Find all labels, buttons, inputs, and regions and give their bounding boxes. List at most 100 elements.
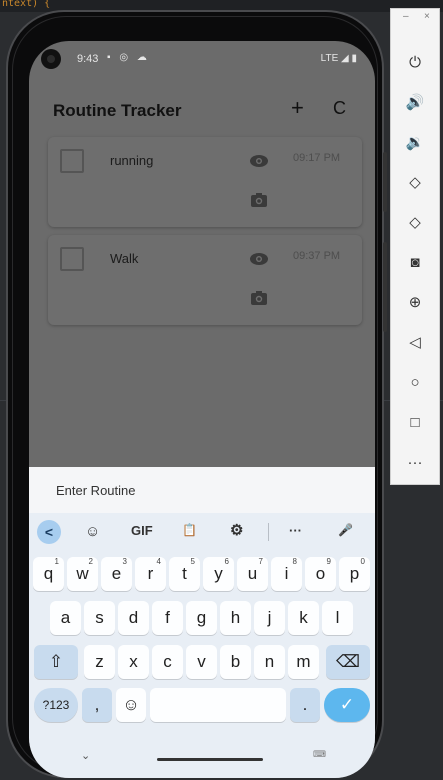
rotate-right-icon[interactable]: ◇ (403, 211, 427, 235)
key-number-hint: 8 (292, 557, 297, 566)
key-k[interactable]: k (288, 601, 319, 635)
status-network: LTE ◢ ▮ (320, 53, 357, 64)
key-number-hint: 6 (224, 557, 229, 566)
key-label: w (76, 564, 89, 583)
ide-code-fragment: ntext) { (2, 0, 51, 9)
key-number-hint: 7 (258, 557, 263, 566)
key-w[interactable]: w2 (67, 557, 98, 591)
home-icon[interactable]: ○ (403, 371, 427, 395)
period-key[interactable]: . (290, 688, 320, 722)
hide-keyboard-icon[interactable]: ⌄ (81, 749, 90, 762)
more-icon[interactable]: ··· (403, 451, 427, 475)
routine-name: Walk (110, 251, 139, 266)
toolbar-divider (268, 523, 269, 541)
key-l[interactable]: l (322, 601, 353, 635)
add-routine-button[interactable]: + (291, 97, 304, 119)
key-label: r (147, 564, 154, 583)
refresh-button[interactable]: C (333, 97, 346, 119)
key-e[interactable]: e3 (101, 557, 132, 591)
key-a[interactable]: a (50, 601, 81, 635)
close-icon[interactable]: × (424, 11, 430, 22)
comma-key[interactable]: , (82, 688, 112, 722)
screenshot-icon[interactable]: ◙ (403, 251, 427, 275)
status-bar: 9:43 ▪ ◎ ☁ LTE ◢ ▮ (29, 41, 375, 77)
shift-key[interactable]: ⇧ (34, 645, 78, 679)
key-number-hint: 2 (88, 557, 93, 566)
overview-icon[interactable]: □ (403, 411, 427, 435)
status-time: 9:43 (77, 53, 99, 65)
rotate-left-icon[interactable]: ◇ (403, 171, 427, 195)
back-icon[interactable]: ◁ (403, 331, 427, 355)
home-gesture-handle[interactable] (157, 758, 263, 761)
gif-button[interactable]: GIF (131, 523, 153, 538)
key-z[interactable]: z (84, 645, 115, 679)
keyboard-back-icon[interactable]: < (37, 520, 61, 544)
key-x[interactable]: x (118, 645, 149, 679)
key-p[interactable]: p0 (339, 557, 370, 591)
gear-icon[interactable]: ⚙ (230, 521, 243, 539)
key-h[interactable]: h (220, 601, 251, 635)
more-icon[interactable]: ··· (289, 523, 302, 538)
key-n[interactable]: n (254, 645, 285, 679)
key-g[interactable]: g (186, 601, 217, 635)
phone-power-button (383, 152, 387, 212)
key-r[interactable]: r4 (135, 557, 166, 591)
key-y[interactable]: y6 (203, 557, 234, 591)
key-j[interactable]: j (254, 601, 285, 635)
zoom-icon[interactable]: ⊕ (403, 291, 427, 315)
key-m[interactable]: m (288, 645, 319, 679)
routine-card: running 09:17 PM (48, 137, 362, 227)
emoji-key[interactable]: ☺ (116, 688, 146, 722)
phone-volume-button (383, 242, 387, 332)
soft-keyboard: < ☺ GIF 📋 ⚙ ··· 🎤 q1w2e3r4t5y6u7i8o9p0 a… (29, 513, 375, 778)
key-v[interactable]: v (186, 645, 217, 679)
app-bar: Routine Tracker + C (29, 87, 375, 131)
key-number-hint: 0 (360, 557, 365, 566)
keyboard-switch-icon[interactable]: ⌨ (313, 749, 326, 760)
routine-input[interactable]: Enter Routine (56, 483, 136, 498)
sticker-icon[interactable]: ☺ (85, 523, 100, 540)
space-key[interactable] (150, 688, 286, 722)
routine-card: Walk 09:37 PM (48, 235, 362, 325)
routine-checkbox[interactable] (60, 247, 84, 271)
power-icon[interactable]: ⏻ (403, 51, 427, 75)
microphone-icon[interactable]: 🎤 (338, 523, 353, 537)
key-label: e (111, 564, 122, 583)
status-notification-icons: ▪ ◎ ☁ (107, 52, 150, 63)
eye-icon[interactable] (250, 155, 268, 167)
key-number-hint: 9 (326, 557, 331, 566)
enter-key[interactable]: ✓ (324, 688, 370, 722)
emulator-toolbar: – × ⏻ 🔊 🔉 ◇ ◇ ◙ ⊕ ◁ ○ □ ··· (390, 8, 440, 485)
page-title: Routine Tracker (53, 101, 182, 120)
clipboard-icon[interactable]: 📋 (182, 523, 197, 537)
phone-frame: 9:43 ▪ ◎ ☁ LTE ◢ ▮ Routine Tracker + C r… (6, 10, 387, 778)
backspace-key[interactable]: ⌫ (326, 645, 370, 679)
key-s[interactable]: s (84, 601, 115, 635)
key-f[interactable]: f (152, 601, 183, 635)
volume-down-icon[interactable]: 🔉 (403, 131, 427, 155)
key-i[interactable]: i8 (271, 557, 302, 591)
key-label: y (214, 564, 223, 583)
key-number-hint: 1 (54, 557, 59, 566)
key-number-hint: 3 (122, 557, 127, 566)
key-d[interactable]: d (118, 601, 149, 635)
key-q[interactable]: q1 (33, 557, 64, 591)
key-number-hint: 4 (156, 557, 161, 566)
emulator-window-controls: – × (391, 11, 441, 25)
eye-icon[interactable] (250, 253, 268, 265)
key-label: u (247, 564, 258, 583)
key-u[interactable]: u7 (237, 557, 268, 591)
system-nav-bar: ⌄ ⌨ (29, 741, 375, 778)
key-c[interactable]: c (152, 645, 183, 679)
key-o[interactable]: o9 (305, 557, 336, 591)
volume-up-icon[interactable]: 🔊 (403, 91, 427, 115)
key-b[interactable]: b (220, 645, 251, 679)
camera-icon[interactable] (251, 291, 267, 305)
key-label: t (182, 564, 187, 583)
key-label: o (315, 564, 326, 583)
symbols-key[interactable]: ?123 (34, 688, 78, 722)
camera-icon[interactable] (251, 193, 267, 207)
minimize-icon[interactable]: – (403, 11, 409, 22)
key-t[interactable]: t5 (169, 557, 200, 591)
routine-checkbox[interactable] (60, 149, 84, 173)
